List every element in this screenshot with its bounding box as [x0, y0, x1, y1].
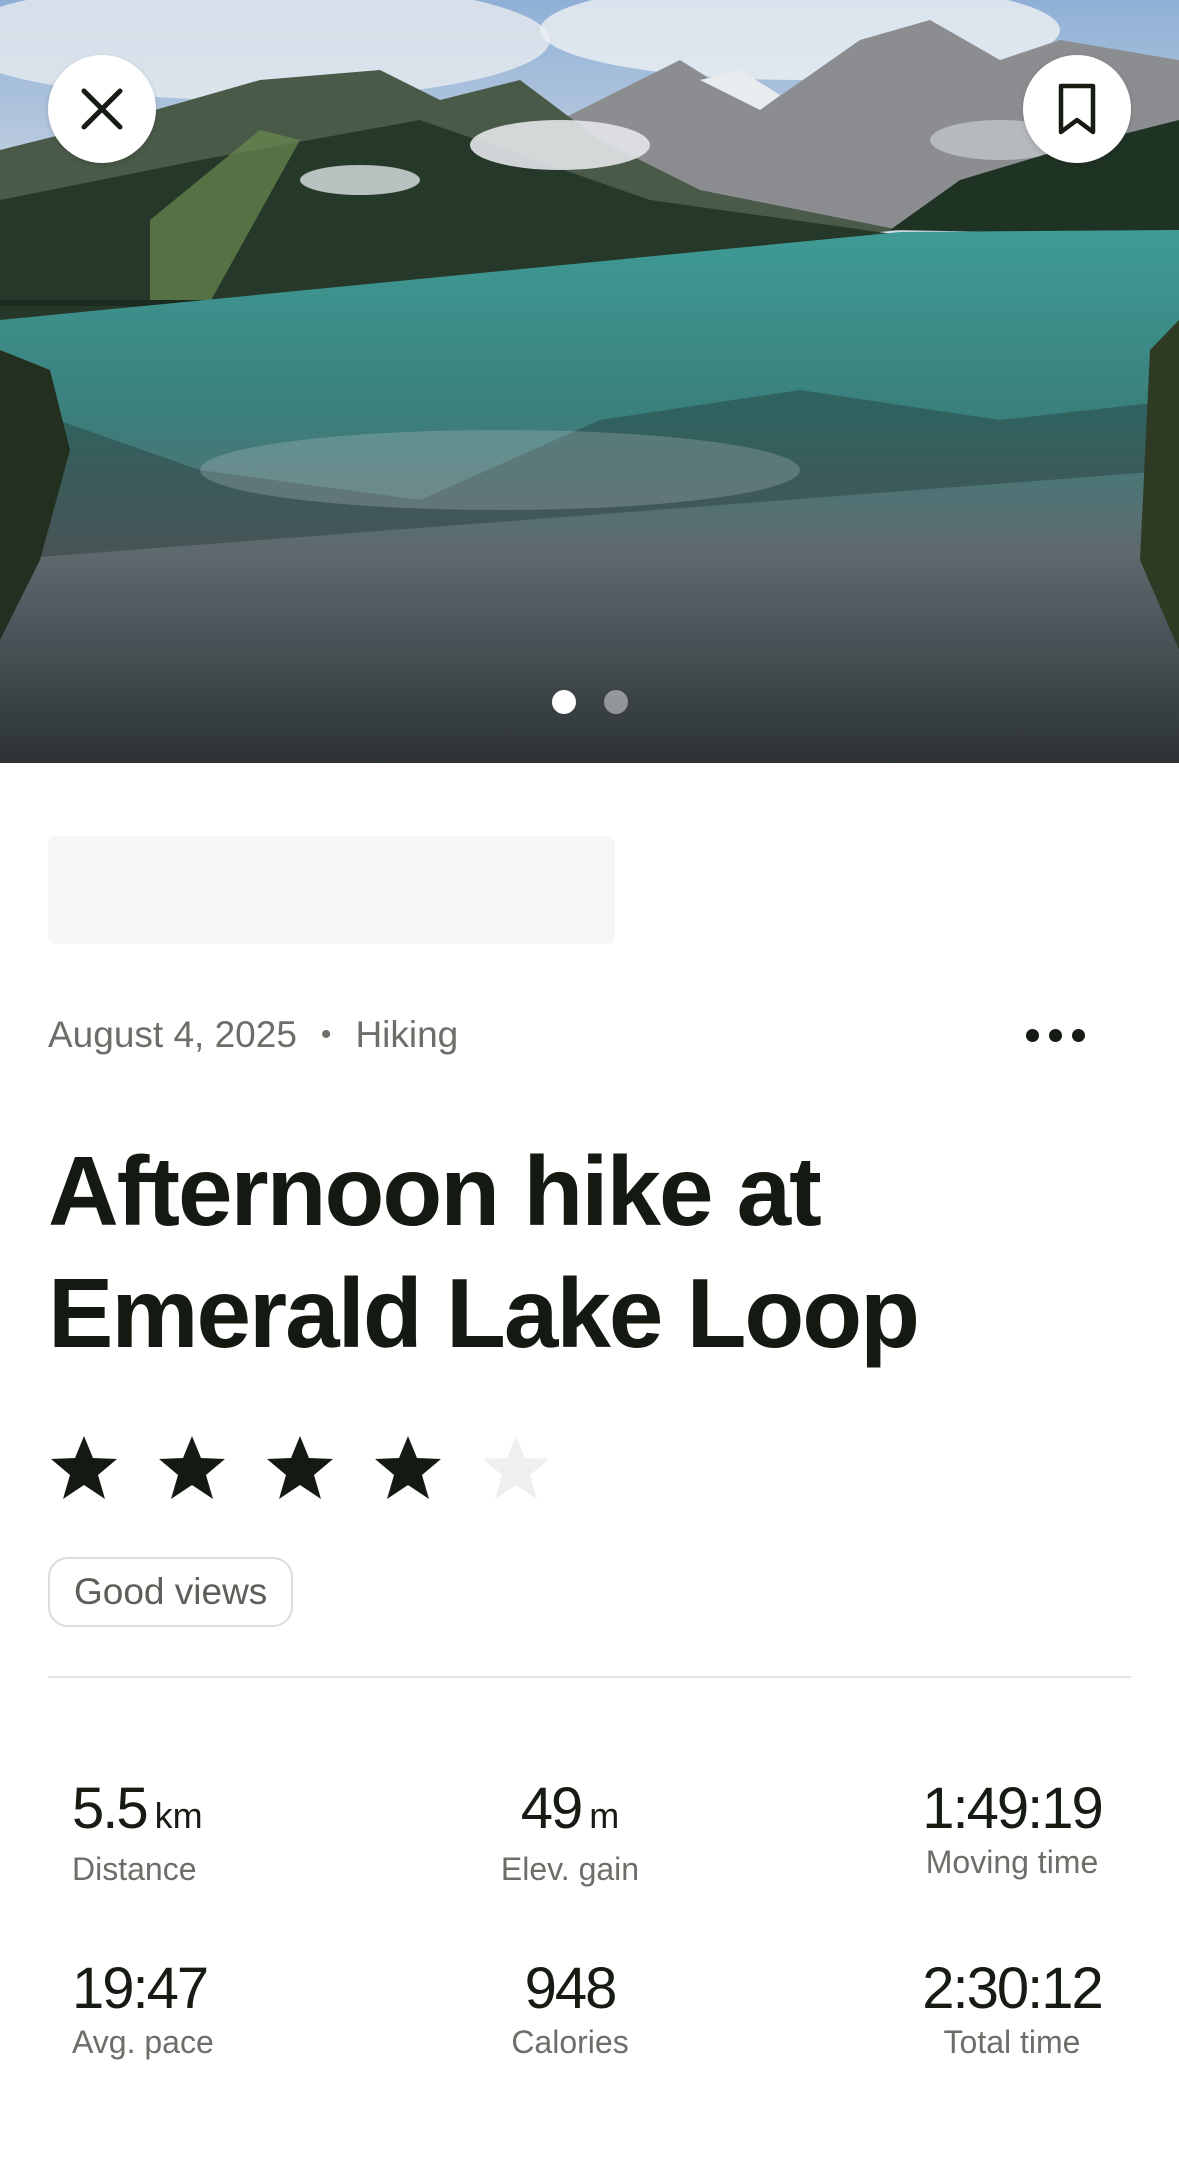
more-horizontal-icon	[1025, 1028, 1039, 1042]
activity-meta: August 4, 2025 • Hiking	[48, 1010, 1131, 1060]
stat-value: 5.5	[72, 1776, 149, 1841]
stat-total-time: 2:30:12 Total time	[862, 1956, 1162, 2062]
stat-unit: km	[154, 1795, 203, 1836]
carousel-dot-2[interactable]	[603, 690, 628, 714]
carousel-indicator	[0, 690, 1179, 714]
stat-value: 1:49:19	[922, 1776, 1104, 1841]
star-empty-icon[interactable]	[480, 1432, 552, 1504]
stat-distance: 5.5 km Distance	[72, 1776, 372, 1889]
stat-value: 49	[520, 1776, 583, 1841]
stat-label: Calories	[511, 2024, 629, 2060]
stat-avg-pace: 19:47 Avg. pace	[72, 1956, 372, 2062]
activity-title: Afternoon hike at Emerald Lake Loop	[48, 1136, 920, 1368]
stat-value: 19:47	[72, 1956, 209, 2021]
more-options-button[interactable]	[1015, 1010, 1095, 1060]
stat-elevation-gain: 49 m Elev. gain	[420, 1776, 720, 1889]
bookmark-icon	[1058, 83, 1096, 135]
stat-value: 2:30:12	[922, 1956, 1104, 2021]
close-icon	[81, 88, 123, 130]
activity-type: Hiking	[355, 1014, 459, 1055]
bookmark-button[interactable]	[1023, 55, 1131, 163]
more-icon-dot	[1071, 1028, 1085, 1042]
star-filled-icon[interactable]	[48, 1432, 120, 1504]
stat-label: Distance	[72, 1851, 197, 1887]
stat-calories: 948 Calories	[420, 1956, 720, 2062]
stat-label: Total time	[943, 2024, 1081, 2060]
stat-unit: m	[589, 1795, 620, 1836]
star-filled-icon[interactable]	[264, 1432, 336, 1504]
hero-photo[interactable]	[0, 0, 1179, 763]
meta-separator: •	[320, 1018, 332, 1051]
loading-placeholder	[48, 836, 615, 944]
stat-label: Elev. gain	[500, 1851, 640, 1887]
stat-moving-time: 1:49:19 Moving time	[862, 1776, 1162, 1882]
star-filled-icon[interactable]	[156, 1432, 228, 1504]
stat-value: 948	[524, 1956, 618, 2021]
more-icon-dot	[1048, 1028, 1062, 1042]
close-button[interactable]	[48, 55, 156, 163]
stat-label: Moving time	[925, 1844, 1099, 1880]
activity-date: August 4, 2025	[48, 1014, 297, 1055]
star-filled-icon[interactable]	[372, 1432, 444, 1504]
star-rating[interactable]	[48, 1432, 552, 1504]
stat-label: Avg. pace	[72, 2024, 214, 2060]
divider	[48, 1676, 1131, 1678]
review-tag[interactable]: Good views	[48, 1557, 294, 1627]
carousel-dot-1[interactable]	[551, 690, 576, 714]
lake-mountain-photo	[0, 0, 1179, 763]
